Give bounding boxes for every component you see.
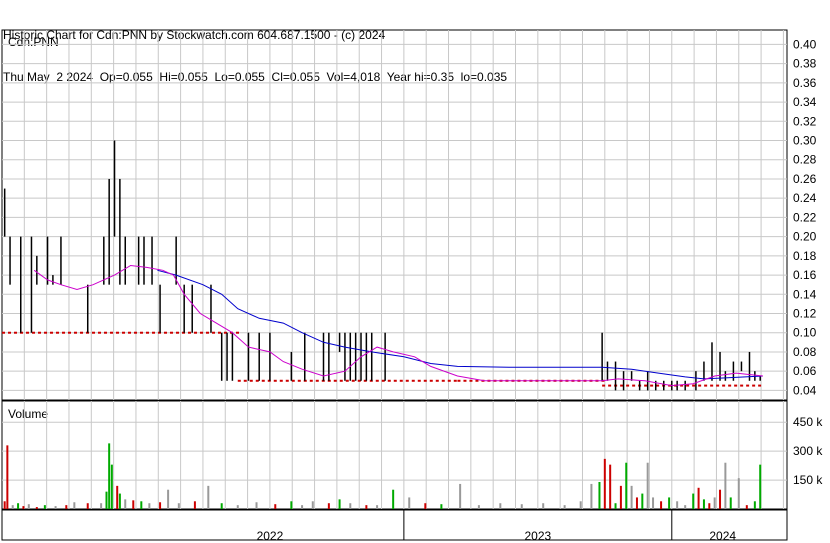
volume-panel-title: Volume <box>8 407 48 421</box>
x-axis-year-label: 2022 <box>257 529 284 543</box>
price-y-tick-label: 0.10 <box>793 326 817 340</box>
price-y-tick-label: 0.06 <box>793 364 817 378</box>
price-y-tick-label: 0.22 <box>793 210 817 224</box>
price-y-tick-label: 0.36 <box>793 76 817 90</box>
volume-panel-frame <box>1 400 788 510</box>
volume-y-tick-label: 300 k <box>793 444 823 458</box>
price-bars <box>3 140 761 391</box>
price-y-tick-label: 0.14 <box>793 287 817 301</box>
price-panel-title: Cdn:PNN <box>8 35 59 49</box>
x-axis: 2022 2023 2024 <box>1 509 788 543</box>
price-y-tick-label: 0.08 <box>793 345 817 359</box>
x-axis-frame <box>1 509 788 541</box>
volume-y-axis-ticks: 450 k 300 k 150 k <box>793 415 823 487</box>
price-y-tick-label: 0.18 <box>793 249 817 263</box>
x-axis-labels: 2022 2023 2024 <box>257 510 736 543</box>
price-y-tick-label: 0.16 <box>793 268 817 282</box>
price-y-tick-label: 0.34 <box>793 95 817 109</box>
volume-gridlines <box>2 401 787 509</box>
price-y-tick-label: 0.26 <box>793 172 817 186</box>
price-y-tick-label: 0.40 <box>793 37 817 51</box>
price-y-tick-label: 0.20 <box>793 230 817 244</box>
price-y-tick-label: 0.32 <box>793 114 817 128</box>
volume-y-tick-label: 150 k <box>793 473 823 487</box>
price-panel: Cdn:PNN 0.40 0.38 0.36 0.34 0.32 0.30 0.28 0.26… <box>1 29 817 401</box>
volume-panel: Volume 450 k 300 k 150 k <box>1 400 823 510</box>
price-y-tick-label: 0.28 <box>793 153 817 167</box>
x-axis-year-label: 2023 <box>524 529 551 543</box>
price-y-tick-label: 0.38 <box>793 57 817 71</box>
price-y-tick-label: 0.30 <box>793 134 817 148</box>
volume-y-tick-label: 450 k <box>793 415 823 429</box>
price-y-tick-label: 0.24 <box>793 191 817 205</box>
chart-canvas: Cdn:PNN 0.40 0.38 0.36 0.34 0.32 0.30 0.28 0.26… <box>1 29 823 543</box>
price-y-tick-label: 0.12 <box>793 307 817 321</box>
price-y-axis-ticks: 0.40 0.38 0.36 0.34 0.32 0.30 0.28 0.26 0.24 0.22… <box>793 37 817 397</box>
price-y-tick-label: 0.04 <box>793 383 817 397</box>
x-axis-year-label: 2024 <box>709 529 736 543</box>
volume-bars <box>3 443 762 509</box>
